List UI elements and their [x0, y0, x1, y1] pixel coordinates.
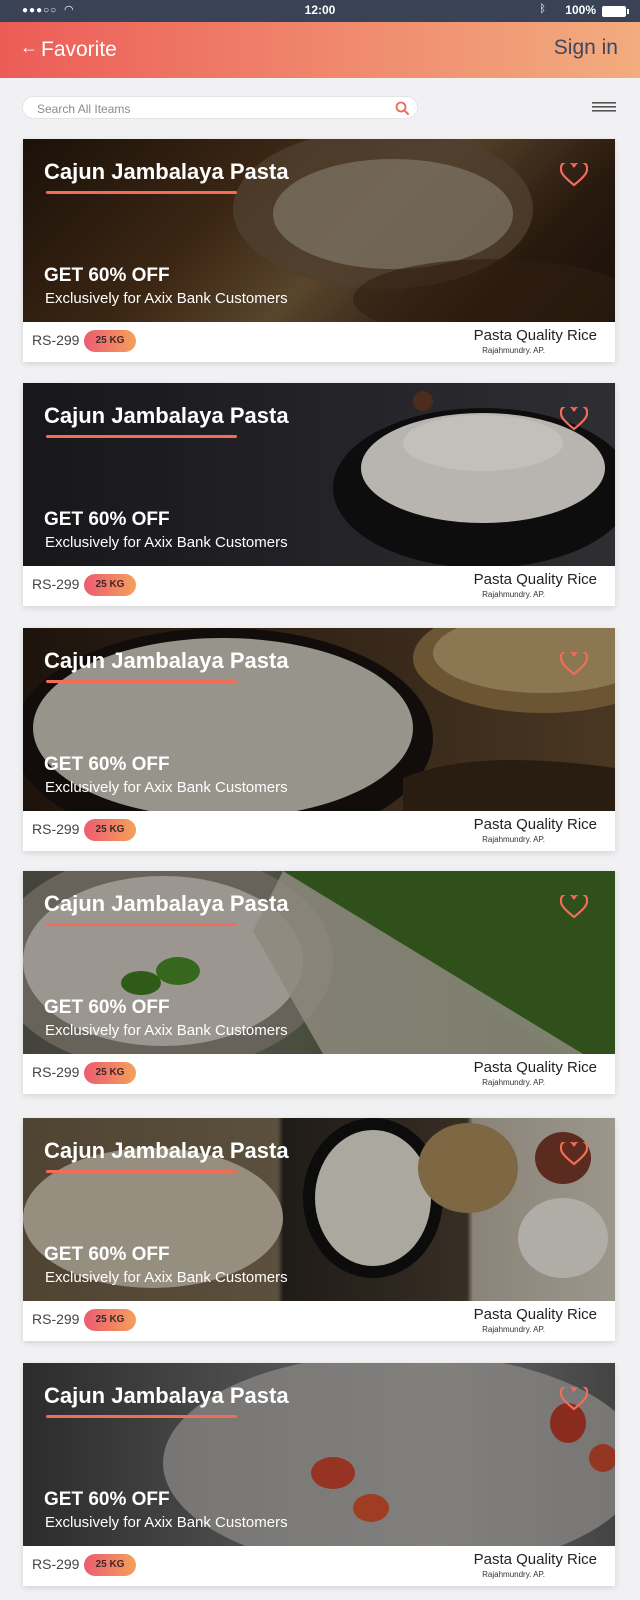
- title-underline: [46, 923, 237, 926]
- price: RS-299: [32, 1556, 80, 1572]
- weight-badge: 25 KG: [84, 1309, 136, 1331]
- product-location: Rajahmundry. AP.: [482, 346, 545, 355]
- heart-icon[interactable]: [560, 407, 588, 431]
- product-name: Pasta Quality Rice: [473, 571, 597, 588]
- status-bar: ●●●○○ ◠ 12:00 ᛒ 100%: [0, 0, 640, 22]
- weight-badge: 25 KG: [84, 574, 136, 596]
- product-name: Pasta Quality Rice: [473, 1551, 597, 1568]
- battery-percent: 100%: [565, 3, 596, 17]
- sign-in-link[interactable]: Sign in: [554, 36, 618, 60]
- product-location: Rajahmundry. AP.: [482, 590, 545, 599]
- price: RS-299: [32, 821, 80, 837]
- offer-text: GET 60% OFF: [44, 265, 170, 286]
- product-name: Pasta Quality Rice: [473, 1059, 597, 1076]
- price: RS-299: [32, 1064, 80, 1080]
- title-underline: [46, 191, 237, 194]
- favorite-card[interactable]: Cajun Jambalaya Pasta GET 60% OFF Exclus…: [23, 1118, 615, 1341]
- card-title: Cajun Jambalaya Pasta: [44, 1383, 289, 1408]
- heart-icon[interactable]: [560, 1387, 588, 1411]
- offer-subtext: Exclusively for Axix Bank Customers: [45, 779, 288, 796]
- favorite-card[interactable]: Cajun Jambalaya Pasta GET 60% OFF Exclus…: [23, 383, 615, 606]
- favorite-card[interactable]: Cajun Jambalaya Pasta GET 60% OFF Exclus…: [23, 139, 615, 362]
- weight-badge: 25 KG: [84, 330, 136, 352]
- card-title: Cajun Jambalaya Pasta: [44, 403, 289, 428]
- page-title: Favorite: [41, 38, 117, 61]
- product-name: Pasta Quality Rice: [473, 1306, 597, 1323]
- price: RS-299: [32, 332, 80, 348]
- favorite-card[interactable]: Cajun Jambalaya Pasta GET 60% OFF Exclus…: [23, 871, 615, 1094]
- title-underline: [46, 1415, 237, 1418]
- favorite-card[interactable]: Cajun Jambalaya Pasta GET 60% OFF Exclus…: [23, 628, 615, 851]
- back-arrow-icon[interactable]: ←: [20, 37, 38, 58]
- bluetooth-icon: ᛒ: [539, 3, 546, 15]
- offer-subtext: Exclusively for Axix Bank Customers: [45, 290, 288, 307]
- offer-text: GET 60% OFF: [44, 997, 170, 1018]
- offer-text: GET 60% OFF: [44, 1489, 170, 1510]
- search-icon[interactable]: [395, 101, 409, 115]
- offer-subtext: Exclusively for Axix Bank Customers: [45, 1022, 288, 1039]
- favorite-card[interactable]: Cajun Jambalaya Pasta GET 60% OFF Exclus…: [23, 1363, 615, 1586]
- weight-badge: 25 KG: [84, 819, 136, 841]
- battery-icon: [602, 6, 629, 17]
- search-input[interactable]: [35, 100, 389, 117]
- menu-icon[interactable]: [592, 102, 616, 116]
- heart-icon[interactable]: [560, 163, 588, 187]
- product-location: Rajahmundry. AP.: [482, 1570, 545, 1579]
- card-title: Cajun Jambalaya Pasta: [44, 159, 289, 184]
- title-underline: [46, 435, 237, 438]
- product-name: Pasta Quality Rice: [473, 327, 597, 344]
- product-location: Rajahmundry. AP.: [482, 1325, 545, 1334]
- product-location: Rajahmundry. AP.: [482, 835, 545, 844]
- heart-icon[interactable]: [560, 1142, 588, 1166]
- product-location: Rajahmundry. AP.: [482, 1078, 545, 1087]
- offer-text: GET 60% OFF: [44, 754, 170, 775]
- offer-subtext: Exclusively for Axix Bank Customers: [45, 1269, 288, 1286]
- card-title: Cajun Jambalaya Pasta: [44, 648, 289, 673]
- title-underline: [46, 1170, 237, 1173]
- title-underline: [46, 680, 237, 683]
- weight-badge: 25 KG: [84, 1554, 136, 1576]
- card-title: Cajun Jambalaya Pasta: [44, 891, 289, 916]
- price: RS-299: [32, 576, 80, 592]
- weight-badge: 25 KG: [84, 1062, 136, 1084]
- offer-subtext: Exclusively for Axix Bank Customers: [45, 534, 288, 551]
- heart-icon[interactable]: [560, 895, 588, 919]
- offer-text: GET 60% OFF: [44, 509, 170, 530]
- offer-subtext: Exclusively for Axix Bank Customers: [45, 1514, 288, 1531]
- heart-icon[interactable]: [560, 652, 588, 676]
- app-header: ← Favorite Sign in: [0, 22, 640, 78]
- price: RS-299: [32, 1311, 80, 1327]
- search-bar: [22, 96, 418, 119]
- card-title: Cajun Jambalaya Pasta: [44, 1138, 289, 1163]
- offer-text: GET 60% OFF: [44, 1244, 170, 1265]
- product-name: Pasta Quality Rice: [473, 816, 597, 833]
